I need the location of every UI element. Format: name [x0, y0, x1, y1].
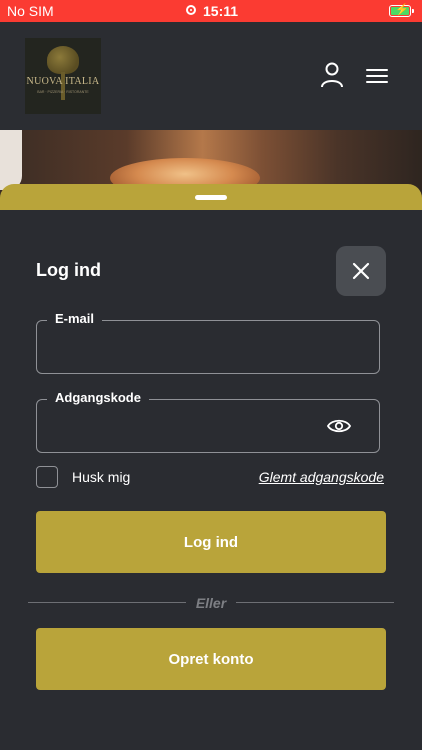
email-input[interactable]	[51, 335, 315, 361]
forgot-password-link[interactable]: Glemt adgangskode	[259, 469, 384, 485]
drag-handle[interactable]	[195, 195, 227, 200]
email-label: E-mail	[47, 311, 103, 326]
login-button[interactable]: Log ind	[36, 511, 386, 573]
password-field[interactable]: Adgangskode	[36, 390, 380, 453]
close-button[interactable]	[336, 246, 386, 296]
divider-text: Eller	[195, 595, 227, 611]
page-title: Log ind	[36, 260, 101, 280]
close-icon	[352, 262, 370, 280]
battery-icon: ⚡	[389, 4, 414, 17]
create-account-button[interactable]: Opret konto	[36, 628, 386, 690]
password-label: Adgangskode	[47, 390, 149, 405]
logo-subtext: BAR · PIZZERIA · RISTORANTE	[37, 90, 89, 94]
status-time: 15:11	[203, 3, 239, 19]
menu-icon[interactable]	[366, 68, 388, 84]
divider-line-right	[236, 602, 394, 603]
password-input[interactable]	[51, 414, 315, 440]
tree-icon	[47, 46, 79, 74]
logo-text: NUOVA ITALIA	[26, 76, 100, 87]
remember-me-label[interactable]: Husk mig	[72, 469, 130, 485]
email-field[interactable]: E-mail	[36, 311, 380, 374]
login-sheet: Log ind E-mail Adgangskode Husk mig Glem…	[0, 210, 422, 750]
divider-line-left	[28, 602, 186, 603]
app-header: NUOVA ITALIA BAR · PIZZERIA · RISTORANTE	[0, 22, 422, 130]
user-icon[interactable]	[320, 62, 344, 88]
remember-me-checkbox[interactable]	[36, 466, 58, 488]
alarm-icon	[186, 5, 196, 15]
eye-icon[interactable]	[327, 417, 351, 435]
status-bar: No SIM 15:11 ⚡	[0, 0, 422, 22]
carrier-label: No SIM	[7, 3, 54, 19]
restaurant-logo[interactable]: NUOVA ITALIA BAR · PIZZERIA · RISTORANTE	[25, 38, 101, 114]
